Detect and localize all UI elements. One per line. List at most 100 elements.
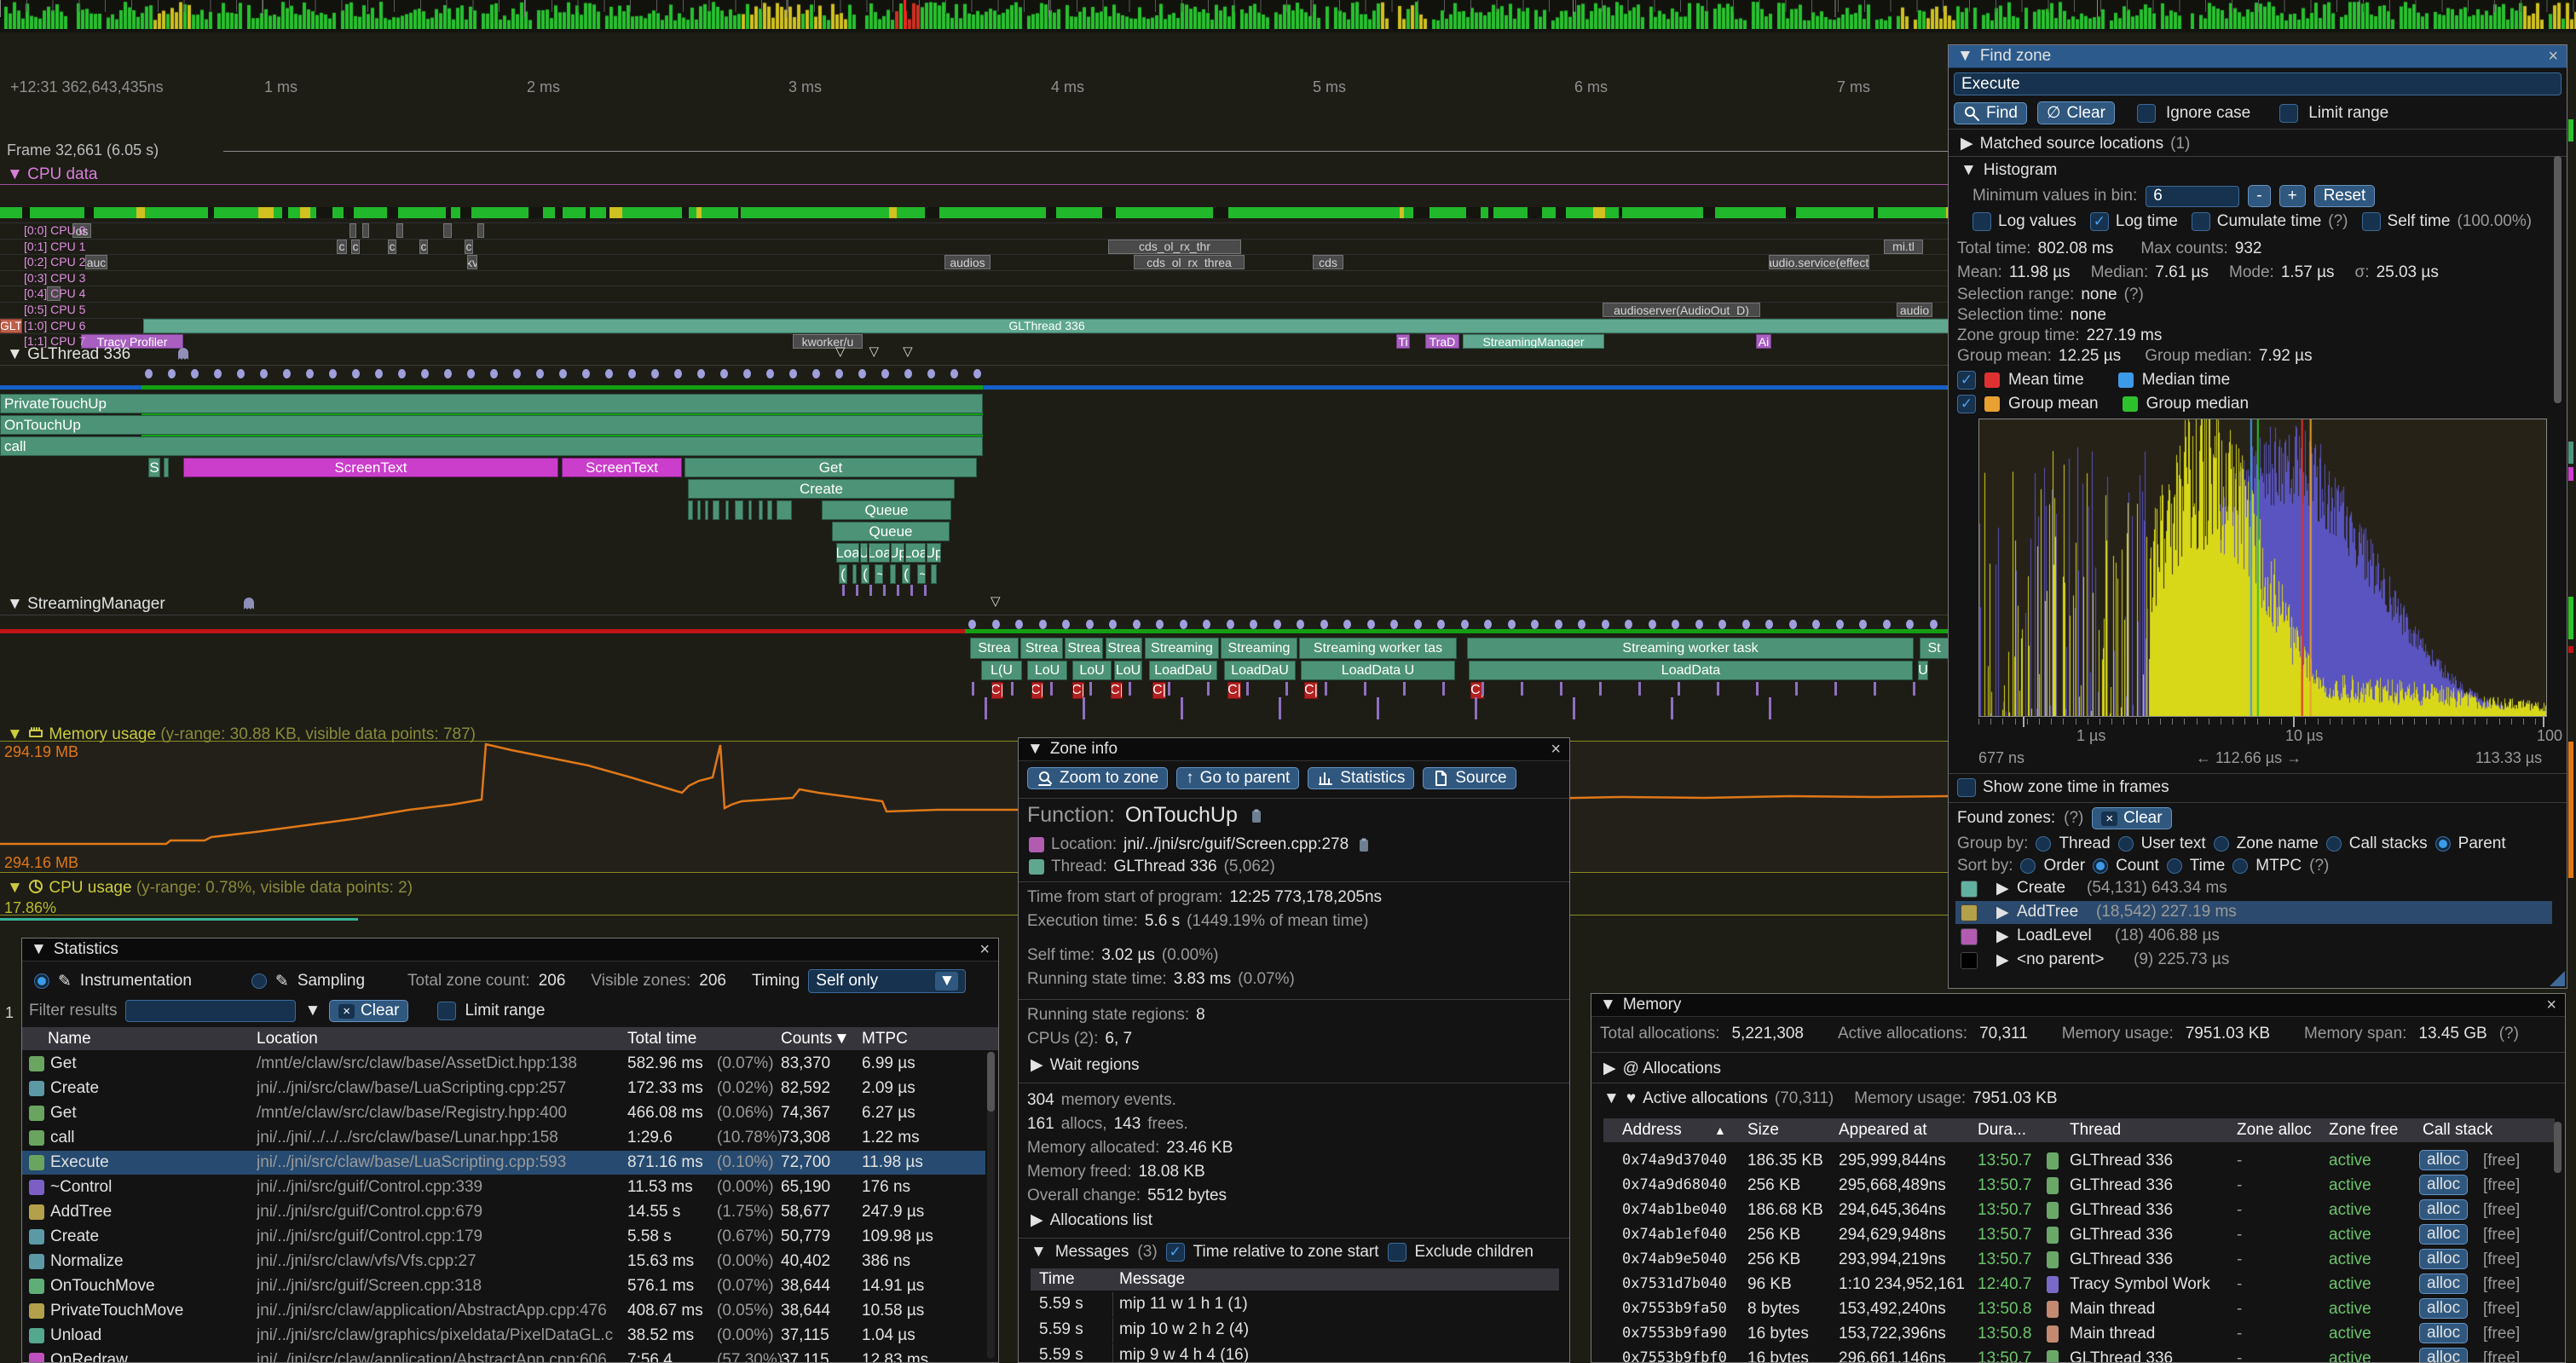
alloc-callstack-button[interactable]: alloc (2419, 1249, 2468, 1269)
log-values-checkbox[interactable] (1972, 212, 1991, 231)
expander-icon[interactable]: ▶ (1996, 903, 2009, 922)
table-row[interactable]: OnRedrawjni/../jni/src/claw/application/… (22, 1349, 985, 1363)
allocation-row[interactable]: 0x74ab1ef040256 KB294,629,948ns13:50.7GL… (1603, 1223, 2555, 1247)
memory-table-header[interactable]: Address ▲ Size Appeared at Dura... Threa… (1603, 1118, 2555, 1142)
alloc-callstack-button[interactable]: alloc (2419, 1150, 2468, 1170)
zone-location[interactable]: jni/../jni/src/guif/Screen.cpp:278 (1123, 835, 1349, 854)
close-icon[interactable]: × (2546, 996, 2556, 1015)
limit-range-checkbox[interactable] (2279, 104, 2298, 123)
active-allocations-expander[interactable]: ▼♥Active allocations(70,311)Memory usage… (1603, 1089, 2058, 1108)
sort-radio-count[interactable] (2093, 858, 2108, 874)
group-radio-thread[interactable] (2036, 836, 2051, 852)
reset-button[interactable]: Reset (2314, 185, 2376, 207)
matched-locations-expander[interactable]: ▶Matched source locations(1) (1961, 134, 2190, 153)
log-time-checkbox[interactable]: ✓ (2090, 212, 2109, 231)
go-to-parent-button[interactable]: ↑Go to parent (1176, 767, 1299, 789)
memory-panel-title[interactable]: ▼Memory× (1591, 994, 2565, 1017)
cpu-usage-header[interactable]: ▼ CPU usage (y-range: 0.78%, visible dat… (7, 878, 413, 898)
alloc-callstack-button[interactable]: alloc (2419, 1175, 2468, 1195)
allocation-row[interactable]: 0x7553b9fbf016 bytes296,661,146ns13:50.7… (1603, 1347, 2555, 1363)
exclude-children-checkbox[interactable] (1388, 1243, 1406, 1262)
table-row[interactable]: Createjni/../jni/src/guif/Control.cpp:17… (22, 1225, 985, 1249)
self-time-checkbox[interactable] (2362, 212, 2381, 231)
memory-usage-graph[interactable] (0, 0, 1952, 878)
allocations-list-expander[interactable]: ▶Allocations list (1031, 1210, 1152, 1230)
sort-radio-order[interactable] (2020, 858, 2036, 874)
alloc-callstack-button[interactable]: alloc (2419, 1348, 2468, 1363)
clear-found-button[interactable]: ×Clear (2092, 807, 2171, 829)
zone-info-title[interactable]: ▼Zone info× (1019, 738, 1569, 761)
message-row[interactable]: 5.59 smip 10 w 2 h 2 (4) (1031, 1318, 1559, 1343)
clipboard-icon[interactable] (1355, 836, 1372, 853)
allocations-expander[interactable]: ▶@ Allocations (1603, 1059, 1721, 1078)
group-radio-call-stacks[interactable] (2326, 836, 2342, 852)
allocation-row[interactable]: 0x74a9d68040256 KB295,668,489ns13:50.7GL… (1603, 1174, 2555, 1198)
time-relative-checkbox[interactable]: ✓ (1166, 1243, 1185, 1262)
expander-icon[interactable]: ▶ (1996, 879, 2009, 898)
scrollbar-thumb[interactable] (987, 1052, 995, 1112)
funnel-icon[interactable]: ▼ (304, 1002, 321, 1020)
alloc-callstack-button[interactable]: alloc (2419, 1273, 2468, 1294)
alloc-callstack-button[interactable]: alloc (2419, 1224, 2468, 1245)
stats-table-header[interactable]: Name Location Total time Counts ▼ MTPC (22, 1027, 998, 1050)
group-radio-zone-name[interactable] (2214, 836, 2229, 852)
allocation-row[interactable]: 0x7531d7b04096 KB1:10 234,952,16112:40.7… (1603, 1273, 2555, 1297)
group-radio-user-text[interactable] (2118, 836, 2134, 852)
found-zone-row[interactable]: ▶LoadLevel(18) 406.88 µs (1955, 925, 2552, 948)
timing-select[interactable]: Self only▼ (808, 969, 966, 993)
close-icon[interactable]: × (2548, 47, 2558, 66)
table-row[interactable]: OnTouchMovejni/../jni/src/guif/Screen.cp… (22, 1274, 985, 1298)
close-icon[interactable]: × (979, 940, 990, 960)
find-button[interactable]: Find (1954, 102, 2027, 124)
instrumentation-radio[interactable] (34, 973, 49, 989)
message-row[interactable]: 5.59 smip 9 w 4 h 4 (16) (1031, 1343, 1559, 1363)
clear-filter-button[interactable]: ×Clear (329, 1000, 408, 1022)
table-row[interactable]: calljni/../jni/../../../src/claw/base/Lu… (22, 1126, 985, 1150)
clipboard-icon[interactable] (1248, 807, 1265, 824)
allocation-row[interactable]: 0x74ab1be040186.68 KB294,645,364ns13:50.… (1603, 1198, 2555, 1222)
group-radio-parent[interactable] (2435, 836, 2451, 852)
statistics-panel-title[interactable]: ▼Statistics× (22, 939, 998, 962)
table-row[interactable]: Executejni/../jni/src/claw/base/LuaScrip… (22, 1151, 985, 1175)
allocation-row[interactable]: 0x74ab9e5040256 KB293,994,219ns13:50.7GL… (1603, 1248, 2555, 1272)
allocation-row[interactable]: 0x7553b9fa508 bytes153,492,240ns13:50.8M… (1603, 1297, 2555, 1321)
find-zone-title[interactable]: ▼Find zone× (1949, 45, 2567, 68)
limit-range-checkbox[interactable] (437, 1002, 456, 1020)
zone-statistics-button[interactable]: Statistics (1308, 767, 1414, 789)
cumulate-time-checkbox[interactable] (2192, 212, 2210, 231)
histogram-canvas[interactable] (1978, 419, 2547, 717)
expander-icon[interactable]: ▶ (1996, 950, 2009, 970)
minus-button[interactable]: - (2248, 185, 2270, 207)
min-bin-input[interactable]: 6 (2146, 186, 2239, 207)
close-icon[interactable]: × (1551, 740, 1561, 759)
table-row[interactable]: Get/mnt/e/claw/src/claw/base/Registry.hp… (22, 1101, 985, 1125)
zoom-to-zone-button[interactable]: Zoom to zone (1027, 767, 1168, 789)
table-row[interactable]: Get/mnt/e/claw/src/claw/base/AssetDict.h… (22, 1052, 985, 1076)
allocation-row[interactable]: 0x7553b9fa9016 bytes153,722,396ns13:50.8… (1603, 1322, 2555, 1346)
plus-button[interactable]: + (2279, 185, 2306, 207)
alloc-callstack-button[interactable]: alloc (2419, 1199, 2468, 1220)
sort-radio-mtpc[interactable] (2232, 858, 2248, 874)
scrollbar-thumb[interactable] (2554, 1122, 2562, 1173)
sampling-radio[interactable] (251, 973, 267, 989)
found-zone-row[interactable]: ▶<no parent>(9) 225.73 µs (1955, 949, 2552, 972)
table-row[interactable]: ~Controljni/../jni/src/guif/Control.cpp:… (22, 1175, 985, 1199)
table-row[interactable]: Createjni/../jni/src/claw/base/LuaScript… (22, 1077, 985, 1100)
table-row[interactable]: AddTreejni/../jni/src/guif/Control.cpp:6… (22, 1200, 985, 1224)
ignore-case-checkbox[interactable] (2137, 104, 2156, 123)
alloc-callstack-button[interactable]: alloc (2419, 1323, 2468, 1343)
resize-grip[interactable] (2550, 971, 2565, 986)
table-row[interactable]: PrivateTouchMovejni/../jni/src/claw/appl… (22, 1299, 985, 1323)
table-row[interactable]: Normalizejni/../jni/src/claw/vfs/Vfs.cpp… (22, 1250, 985, 1273)
expander-icon[interactable]: ▶ (1996, 927, 2009, 946)
found-zone-row[interactable]: ▶Create(54,131) 643.34 ms (1955, 877, 2552, 900)
show-frames-checkbox[interactable] (1957, 778, 1976, 797)
messages-table-header[interactable]: Time Message (1031, 1268, 1559, 1291)
mean-time-checkbox[interactable]: ✓ (1957, 371, 1976, 390)
scrollbar-track[interactable] (987, 1052, 995, 1359)
filter-input[interactable] (125, 1000, 296, 1022)
table-row[interactable]: Unloadjni/../jni/src/claw/graphics/pixel… (22, 1324, 985, 1348)
allocation-row[interactable]: 0x74a9d37040186.35 KB295,999,844ns13:50.… (1603, 1149, 2555, 1173)
clear-button[interactable]: ∅Clear (2037, 101, 2115, 124)
sort-radio-time[interactable] (2167, 858, 2182, 874)
